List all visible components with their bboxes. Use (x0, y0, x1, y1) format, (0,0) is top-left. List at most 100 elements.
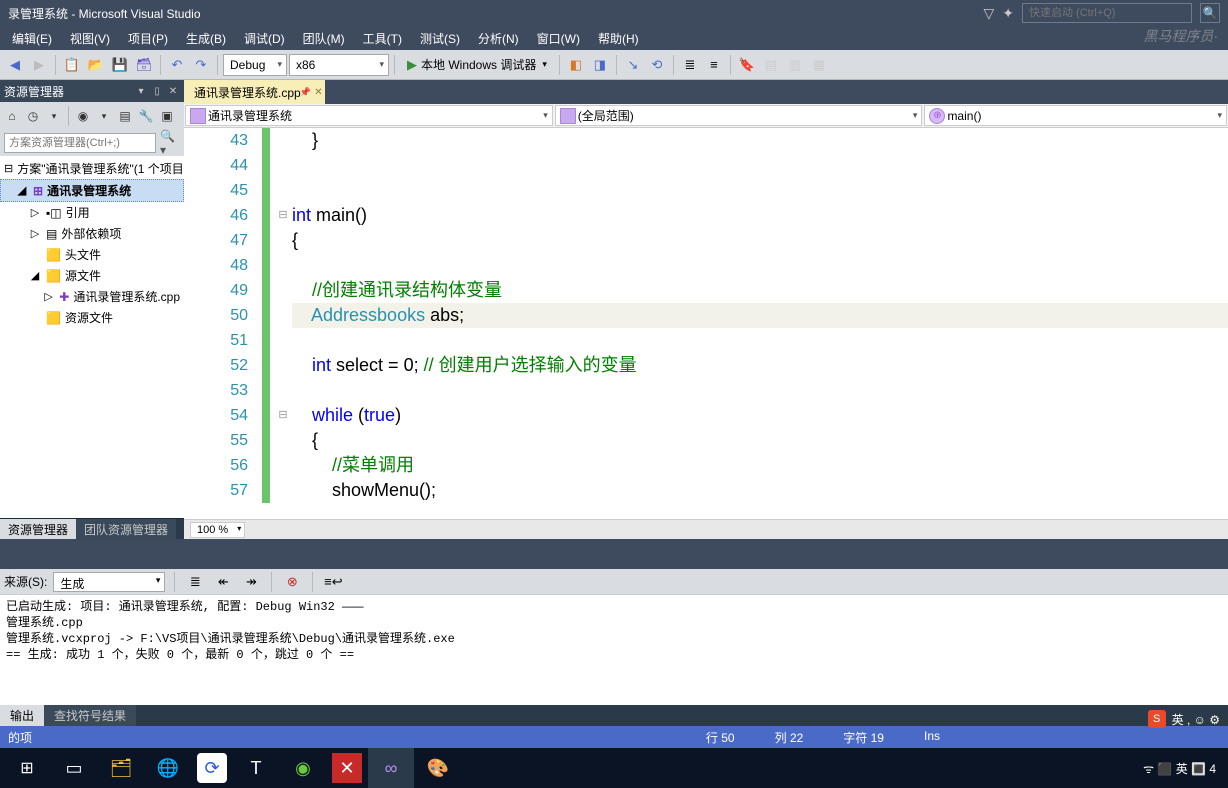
tree-external[interactable]: ▷▤ 外部依赖项 (0, 223, 184, 244)
search-icon[interactable]: 🔍 (1200, 3, 1220, 23)
tab-find-symbol[interactable]: 查找符号结果 (44, 705, 136, 726)
undo-icon[interactable]: ↶ (166, 54, 188, 76)
visual-studio-icon[interactable]: ∞ (368, 748, 414, 788)
solution-tree[interactable]: ⊟方案"通讯录管理系统"(1 个项目) ◢⊞ 通讯录管理系统 ▷▪◫ 引用 ▷▤… (0, 156, 184, 518)
tab-solution-explorer[interactable]: 资源管理器 (0, 519, 76, 539)
search-glass-icon[interactable]: 🔍▾ (156, 129, 180, 157)
tab-close-icon[interactable]: ✕ (314, 87, 322, 98)
feedback-icon[interactable]: ✦ (1002, 5, 1014, 22)
redo-icon[interactable]: ↷ (190, 54, 212, 76)
app-x-icon[interactable]: ✕ (332, 753, 362, 783)
menu-调试(D)[interactable]: 调试(D) (236, 28, 293, 49)
tree-sources[interactable]: ◢🟨 源文件 (0, 265, 184, 286)
menu-生成(B)[interactable]: 生成(B) (178, 28, 234, 49)
out-wrap-icon[interactable]: ≡↩ (322, 571, 344, 593)
out-goto-icon[interactable]: ≣ (184, 571, 206, 593)
tab-team-explorer[interactable]: 团队资源管理器 (76, 519, 176, 539)
bookmark-icon[interactable]: 🔖 (736, 54, 758, 76)
tool-icon-b[interactable]: ▥ (784, 54, 806, 76)
tool-icon-2[interactable]: ◨ (589, 54, 611, 76)
solution-search-input[interactable] (4, 133, 156, 153)
step-over-icon[interactable]: ⟲ (646, 54, 668, 76)
sync-icon[interactable]: ◉ (73, 105, 93, 127)
platform-combo[interactable]: x86 (289, 54, 389, 76)
output-source-combo[interactable]: 生成 (53, 572, 165, 592)
tool-icon-a[interactable]: ▤ (760, 54, 782, 76)
tool-icon-1[interactable]: ◧ (565, 54, 587, 76)
tool-icon-c[interactable]: ▦ (808, 54, 830, 76)
show-all-icon[interactable]: ▤ (115, 105, 135, 127)
properties-icon[interactable]: 🔧 (136, 105, 156, 127)
dropdown-icon[interactable]: ▾ (44, 105, 64, 127)
step-into-icon[interactable]: ↘ (622, 54, 644, 76)
menu-窗口(W)[interactable]: 窗口(W) (529, 28, 588, 49)
app-spiral-icon[interactable]: ◉ (280, 748, 326, 788)
main-toolbar: ◀ ▶ 📋 📂 💾 🗃 ↶ ↷ Debug x86 ▶ 本地 Windows 调… (0, 50, 1228, 80)
open-file-icon[interactable]: 📂 (85, 54, 107, 76)
task-view-icon[interactable]: ▭ (51, 748, 97, 788)
status-col: 列 22 (775, 729, 804, 746)
fold-column[interactable]: ⊟⊟ (274, 128, 292, 519)
menu-测试(S)[interactable]: 测试(S) (412, 28, 468, 49)
out-next-icon[interactable]: ↠ (240, 571, 262, 593)
panel-menu-icon[interactable]: ▾ (134, 84, 148, 98)
output-text[interactable]: 已启动生成: 项目: 通讯录管理系统, 配置: Debug Win32 ——— … (0, 595, 1228, 705)
paint-icon[interactable]: 🎨 (415, 748, 461, 788)
notif-icon[interactable]: ▽ (983, 5, 994, 22)
config-combo[interactable]: Debug (223, 54, 287, 76)
menu-编辑(E)[interactable]: 编辑(E) (4, 28, 60, 49)
window-title: 录管理系统 - Microsoft Visual Studio (8, 5, 201, 22)
menu-团队(M)[interactable]: 团队(M) (295, 28, 353, 49)
dropdown2-icon[interactable]: ▾ (94, 105, 114, 127)
quick-launch-input[interactable] (1022, 3, 1192, 23)
nav-back-icon[interactable]: ◀ (4, 54, 26, 76)
browser-icon[interactable]: 🌐 (145, 748, 191, 788)
start-button[interactable]: ⊞ (4, 748, 50, 788)
app-baidu-icon[interactable]: ⟳ (197, 753, 227, 783)
comment-icon[interactable]: ≣ (679, 54, 701, 76)
ime-indicator[interactable]: S 英 , ☺ ⚙ (1148, 710, 1224, 728)
nav-project-combo[interactable]: 通讯录管理系统 (185, 105, 553, 126)
tab-output[interactable]: 输出 (0, 705, 44, 726)
solution-root[interactable]: ⊟方案"通讯录管理系统"(1 个项目) (0, 158, 184, 179)
project-node[interactable]: ◢⊞ 通讯录管理系统 (0, 179, 184, 202)
panel-title-bar: 资源管理器 ▾ ▯ ✕ (0, 80, 184, 102)
editor-tab-active[interactable]: 通讯录管理系统.cpp 📌 ✕ (184, 80, 325, 104)
out-clear-icon[interactable]: ⊗ (281, 571, 303, 593)
code-editor[interactable]: 434445464748495051525354555657 ⊟⊟ } int … (184, 128, 1228, 519)
tree-resources[interactable]: 🟨 资源文件 (0, 307, 184, 328)
refresh-icon[interactable]: ◷ (23, 105, 43, 127)
menu-分析(N)[interactable]: 分析(N) (470, 28, 527, 49)
pin-icon[interactable]: ▯ (150, 84, 164, 98)
menu-视图(V)[interactable]: 视图(V) (62, 28, 118, 49)
nav-scope-combo[interactable]: (全局范围) (555, 105, 923, 126)
collapse-icon[interactable]: ▣ (157, 105, 177, 127)
close-icon[interactable]: ✕ (166, 84, 180, 98)
code-text[interactable]: } int main(){ //创建通讯录结构体变量 Addressbooks … (292, 128, 1228, 519)
status-char: 字符 19 (843, 729, 884, 746)
save-all-icon[interactable]: 🗃 (133, 54, 155, 76)
output-tabstrip: 输出 查找符号结果 (0, 705, 1228, 726)
tree-references[interactable]: ▷▪◫ 引用 (0, 202, 184, 223)
output-source-label: 来源(S): (4, 573, 47, 590)
nav-function-combo[interactable]: main() (924, 105, 1227, 126)
explorer-icon[interactable]: 🗂 (98, 748, 144, 788)
zoom-combo[interactable]: 100 % (190, 522, 245, 538)
tree-headers[interactable]: 🟨 头文件 (0, 244, 184, 265)
tree-cpp-file[interactable]: ▷✚ 通讯录管理系统.cpp (0, 286, 184, 307)
new-project-icon[interactable]: 📋 (61, 54, 83, 76)
menu-项目(P)[interactable]: 项目(P) (120, 28, 176, 49)
app-t-icon[interactable]: T (233, 748, 279, 788)
save-icon[interactable]: 💾 (109, 54, 131, 76)
uncomment-icon[interactable]: ≡ (703, 54, 725, 76)
tab-pin-icon[interactable]: 📌 (299, 87, 310, 98)
menu-帮助(H)[interactable]: 帮助(H) (590, 28, 647, 49)
splitter[interactable] (0, 539, 1228, 569)
system-tray[interactable]: ᯤ ⬛ 英 🔳 4 (1143, 760, 1224, 777)
menu-工具(T)[interactable]: 工具(T) (355, 28, 410, 49)
home-icon[interactable]: ⌂ (2, 105, 22, 127)
nav-fwd-icon: ▶ (28, 54, 50, 76)
start-debug-button[interactable]: ▶ 本地 Windows 调试器 ▾ (400, 54, 554, 76)
out-prev-icon[interactable]: ↞ (212, 571, 234, 593)
line-gutter: 434445464748495051525354555657 (184, 128, 262, 519)
